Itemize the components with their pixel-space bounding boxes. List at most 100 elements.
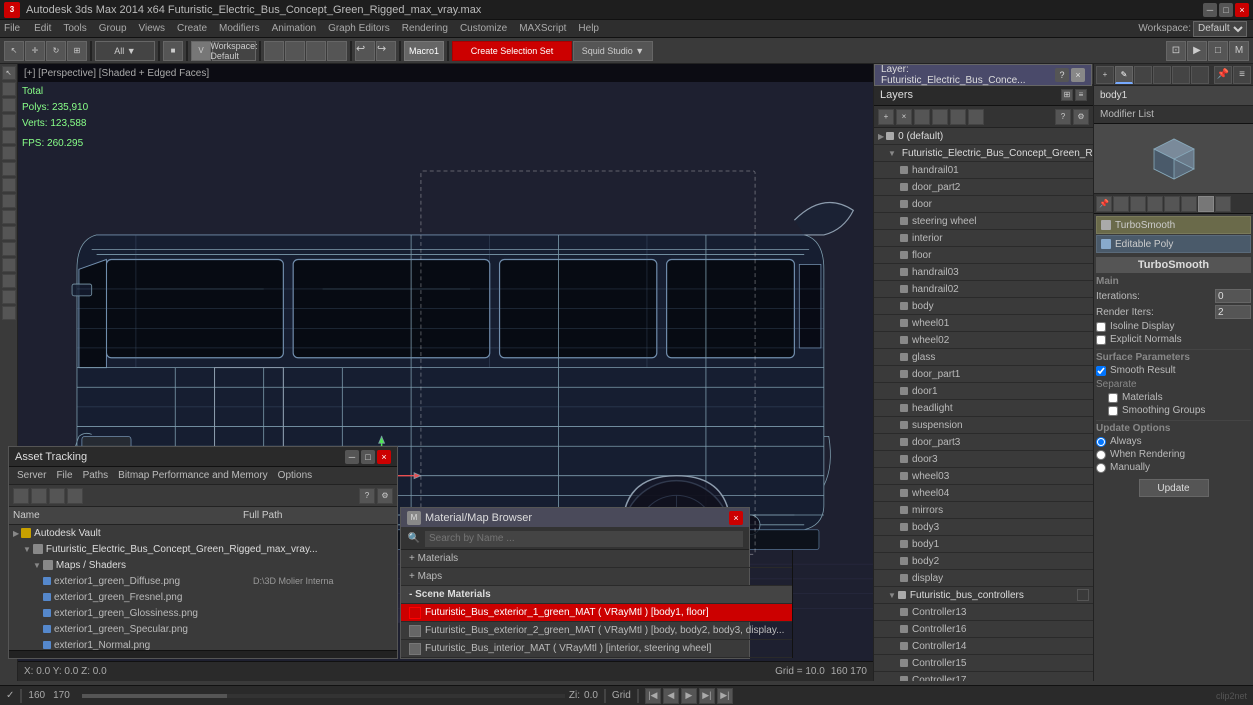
at-close-btn[interactable]: ×	[377, 450, 391, 464]
layer-item-controller16[interactable]: Controller16	[874, 621, 1093, 638]
layer-item-body3[interactable]: body3	[874, 519, 1093, 536]
utility-panel-tab[interactable]	[1191, 66, 1209, 84]
when-rendering-radio[interactable]	[1096, 450, 1106, 460]
workspace-dropdown[interactable]: Default	[1193, 21, 1247, 37]
at-toolbar-btn-3[interactable]	[49, 488, 65, 504]
layer-item-door_part1[interactable]: door_part1	[874, 366, 1093, 383]
at-toolbar-opts[interactable]: ⚙	[377, 488, 393, 504]
at-item-maps[interactable]: ▼ Maps / Shaders	[9, 557, 397, 573]
help-menu[interactable]: Help	[572, 23, 605, 34]
maximize-btn[interactable]: □	[1219, 3, 1233, 17]
materials-checkbox[interactable]	[1108, 393, 1118, 403]
rendering-menu[interactable]: Rendering	[396, 23, 454, 34]
mb-close-btn[interactable]: ×	[729, 511, 743, 525]
layers-new-btn[interactable]: +	[878, 109, 894, 125]
graph-editors-menu[interactable]: Graph Editors	[322, 23, 396, 34]
mb-item-interior[interactable]: Futuristic_Bus_interior_MAT ( VRayMtl ) …	[401, 640, 792, 658]
at-file-menu[interactable]: File	[52, 470, 76, 481]
smooth-result-checkbox[interactable]	[1096, 366, 1106, 376]
layers-btn-3[interactable]	[914, 109, 930, 125]
hierarchy-panel-tab[interactable]	[1134, 66, 1152, 84]
minimize-btn[interactable]: ─	[1203, 3, 1217, 17]
sidebar-select-icon[interactable]: ↖	[2, 66, 16, 80]
mod-pin-btn[interactable]: 📌	[1096, 196, 1112, 212]
render-iters-input[interactable]	[1215, 305, 1251, 319]
macro-btn[interactable]: Macro1	[404, 41, 444, 61]
layer-item-display[interactable]: display	[874, 570, 1093, 587]
explicit-normals-checkbox[interactable]	[1096, 335, 1106, 345]
mb-materials-category[interactable]: + Materials	[401, 550, 792, 568]
layers-list[interactable]: ▶ 0 (default) ▼ Futuristic_Electric_Bus_…	[874, 128, 1093, 681]
update-btn[interactable]: Update	[1139, 479, 1209, 497]
prev-frame-btn[interactable]: ◀	[663, 688, 679, 704]
sidebar-icon-8[interactable]	[2, 194, 16, 208]
layer-item-controller14[interactable]: Controller14	[874, 638, 1093, 655]
layers-settings-btn[interactable]: ≡	[1075, 89, 1087, 101]
snap-btn[interactable]	[264, 41, 284, 61]
at-bitmap-menu[interactable]: Bitmap Performance and Memory	[114, 470, 272, 481]
sidebar-icon-5[interactable]	[2, 146, 16, 160]
at-toolbar-help[interactable]: ?	[359, 488, 375, 504]
layer-item-interior[interactable]: interior	[874, 230, 1093, 247]
layer-item-wheel02[interactable]: wheel02	[874, 332, 1093, 349]
view-btn[interactable]: V	[191, 41, 211, 61]
workspace-selector[interactable]: Workspace: Default	[1138, 21, 1247, 37]
sidebar-icon-7[interactable]	[2, 178, 16, 192]
manually-radio[interactable]	[1096, 463, 1106, 473]
view-selector[interactable]: Workspace: Default	[212, 41, 256, 61]
layer-item-door_part2[interactable]: door_part2	[874, 179, 1093, 196]
at-item-fresnel[interactable]: exterior1_green_Fresnel.png	[9, 589, 397, 605]
mod-btn-2[interactable]	[1113, 196, 1129, 212]
panel-extra-btn[interactable]: ≡	[1233, 66, 1251, 84]
sidebar-icon-15[interactable]	[2, 306, 16, 320]
asset-tracking-list[interactable]: ▶ Autodesk Vault ▼ Futuristic_Electric_B…	[9, 525, 397, 650]
sidebar-icon-12[interactable]	[2, 258, 16, 272]
timeline-bar[interactable]	[82, 694, 565, 698]
layer-item-body1[interactable]: body1	[874, 536, 1093, 553]
at-maximize-btn[interactable]: □	[361, 450, 375, 464]
layer-item-handrail03[interactable]: handrail03	[874, 264, 1093, 281]
go-start-btn[interactable]: |◀	[645, 688, 661, 704]
layer-item-headlight[interactable]: headlight	[874, 400, 1093, 417]
next-frame-btn[interactable]: ▶|	[699, 688, 715, 704]
sidebar-icon-2[interactable]	[2, 98, 16, 112]
layer-item-controllers[interactable]: ▼ Futuristic_bus_controllers	[874, 587, 1093, 604]
angle-snap-btn[interactable]	[285, 41, 305, 61]
selection-filter[interactable]: All ▼	[95, 41, 155, 61]
display-panel-tab[interactable]	[1172, 66, 1190, 84]
mb-item-exterior2[interactable]: Futuristic_Bus_exterior_2_green_MAT ( VR…	[401, 622, 792, 640]
at-options-menu[interactable]: Options	[274, 470, 316, 481]
modifier-item-turbosmooth[interactable]: TurboSmooth	[1096, 216, 1251, 234]
sidebar-icon-9[interactable]	[2, 210, 16, 224]
modifiers-menu[interactable]: Modifiers	[213, 23, 266, 34]
at-item-diffuse[interactable]: exterior1_green_Diffuse.png D:\3D Molier…	[9, 573, 397, 589]
sidebar-icon-3[interactable]	[2, 114, 16, 128]
sidebar-icon-1[interactable]	[2, 82, 16, 96]
layer-item-glass[interactable]: glass	[874, 349, 1093, 366]
edit-menu[interactable]: Edit	[28, 23, 57, 34]
mod-btn-6[interactable]	[1181, 196, 1197, 212]
layer-item-wheel04[interactable]: wheel04	[874, 485, 1093, 502]
modifier-item-editablepoly[interactable]: Editable Poly	[1096, 235, 1251, 253]
layer-item-suspension[interactable]: suspension	[874, 417, 1093, 434]
layer-item-controller13[interactable]: Controller13	[874, 604, 1093, 621]
sidebar-icon-10[interactable]	[2, 226, 16, 240]
mb-maps-category[interactable]: + Maps	[401, 568, 792, 586]
tools-menu[interactable]: Tools	[57, 23, 92, 34]
layer-item-main-group[interactable]: ▼ Futuristic_Electric_Bus_Concept_Green_…	[874, 145, 1093, 162]
sidebar-icon-11[interactable]	[2, 242, 16, 256]
layer-item-floor[interactable]: floor	[874, 247, 1093, 264]
at-item-glossiness[interactable]: exterior1_green_Glossiness.png	[9, 605, 397, 621]
move-tool-btn[interactable]: ✛	[25, 41, 45, 61]
render-btn[interactable]: ▶	[1187, 41, 1207, 61]
file-menu[interactable]: File	[2, 23, 28, 34]
mod-btn-5[interactable]	[1164, 196, 1180, 212]
layer-dialog-question-btn[interactable]: ?	[1055, 68, 1069, 82]
layer-item-door_part3[interactable]: door_part3	[874, 434, 1093, 451]
at-item-mainfile[interactable]: ▼ Futuristic_Electric_Bus_Concept_Green_…	[9, 541, 397, 557]
layer-item-wheel03[interactable]: wheel03	[874, 468, 1093, 485]
layer-item-body[interactable]: body	[874, 298, 1093, 315]
layers-help-btn[interactable]: ?	[1055, 109, 1071, 125]
layers-delete-btn[interactable]: ×	[896, 109, 912, 125]
layer-item-door1[interactable]: door1	[874, 383, 1093, 400]
